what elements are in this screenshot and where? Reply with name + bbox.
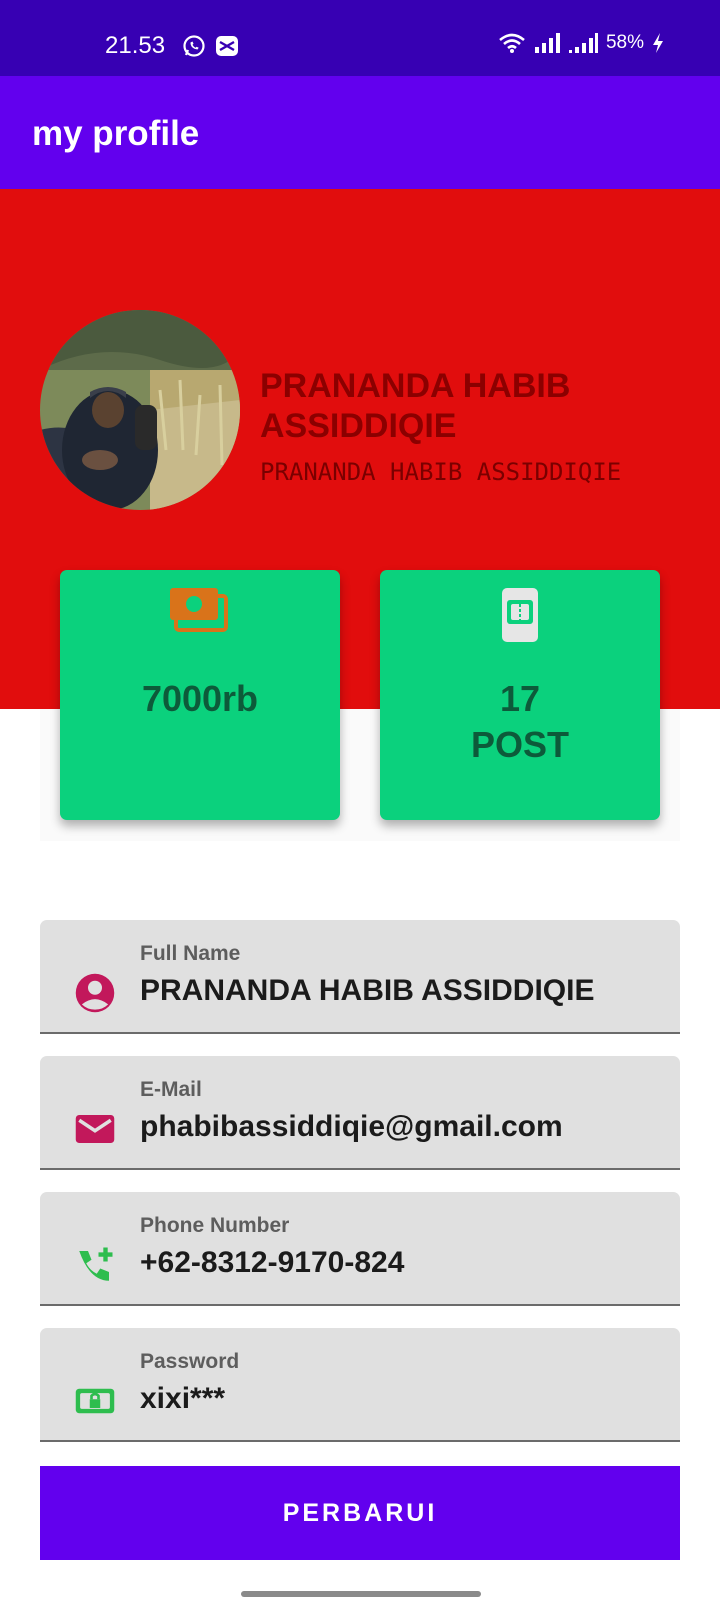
password-field[interactable]: Password xixi***: [40, 1328, 680, 1442]
account-circle-icon: [75, 973, 115, 1013]
capcut-icon: [216, 36, 238, 56]
profile-subtitle: PRANANDA HABIB ASSIDDIQIE: [260, 458, 622, 486]
avatar[interactable]: [40, 310, 240, 510]
page-title: my profile: [32, 114, 200, 153]
email-value[interactable]: phabibassiddiqie@gmail.com: [140, 1110, 563, 1144]
whatsapp-icon: [183, 35, 205, 57]
lock-icon: [75, 1388, 115, 1414]
signal-icon: [534, 33, 560, 53]
status-bar: 21.53 58%: [0, 0, 720, 76]
battery-percent: 58%: [605, 32, 644, 53]
post-count-label: POST: [470, 724, 569, 765]
balance-card[interactable]: 7000rb: [60, 570, 340, 820]
email-icon: [75, 1115, 115, 1143]
email-label: E-Mail: [140, 1078, 202, 1101]
ticket-icon: [502, 588, 538, 642]
add-call-icon: [79, 1247, 113, 1281]
profile-name: PRANANDA HABIB ASSIDDIQIE: [260, 367, 571, 445]
password-label: Password: [140, 1350, 240, 1373]
money-icon: [170, 588, 228, 632]
app-bar: my profile: [0, 76, 720, 189]
password-value[interactable]: xixi***: [140, 1382, 225, 1416]
gesture-nav-handle[interactable]: [241, 1591, 481, 1597]
post-count: 17 POST: [380, 676, 660, 768]
wifi-icon: [499, 33, 525, 53]
phone-field[interactable]: Phone Number +62-8312-9170-824: [40, 1192, 680, 1306]
charging-icon: [653, 33, 663, 53]
phone-label: Phone Number: [140, 1214, 290, 1237]
email-field[interactable]: E-Mail phabibassiddiqie@gmail.com: [40, 1056, 680, 1170]
full-name-field[interactable]: Full Name PRANANDA HABIB ASSIDDIQIE: [40, 920, 680, 1034]
status-time: 21.53: [105, 32, 166, 59]
post-card[interactable]: 17 POST: [380, 570, 660, 820]
full-name-label: Full Name: [140, 942, 241, 965]
post-count-number: 17: [499, 678, 541, 719]
update-button[interactable]: PERBARUI: [40, 1466, 680, 1560]
phone-value[interactable]: +62-8312-9170-824: [140, 1246, 404, 1280]
avatar-photo: [40, 310, 240, 510]
status-indicators: 58%: [498, 32, 664, 54]
full-name-value[interactable]: PRANANDA HABIB ASSIDDIQIE: [140, 974, 594, 1008]
balance-value: 7000rb: [141, 678, 259, 719]
signal-icon-2: [568, 33, 598, 53]
